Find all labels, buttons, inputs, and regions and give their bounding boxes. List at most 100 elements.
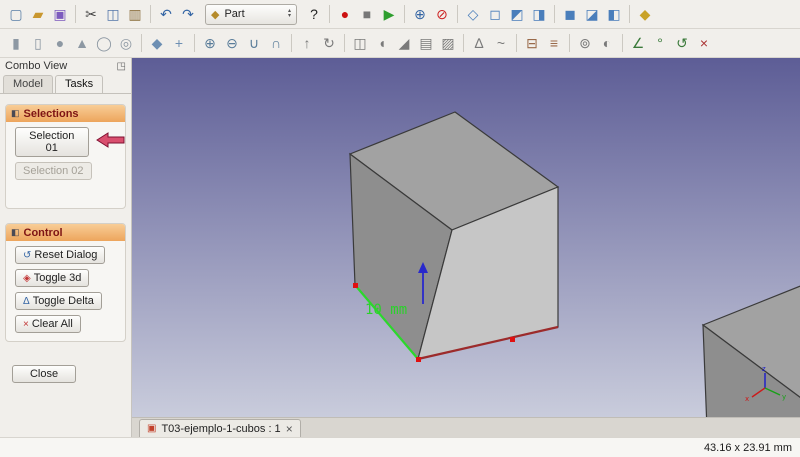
view-front-icon[interactable]: ◻ [484, 3, 506, 25]
axis-x-label: x [745, 395, 749, 403]
fillet-icon[interactable]: ◖ [371, 32, 393, 54]
selection-02-button[interactable]: Selection 02 [15, 162, 92, 180]
tab-model[interactable]: Model [3, 75, 53, 93]
copy-icon[interactable]: ◫ [102, 3, 124, 25]
section-icon[interactable]: ⊟ [521, 32, 543, 54]
shape-builder-icon[interactable]: + [168, 32, 190, 54]
whats-this-icon[interactable]: ? [303, 3, 325, 25]
mirror-icon[interactable]: ◫ [349, 32, 371, 54]
clear-all-button[interactable]: ×Clear All [15, 315, 81, 333]
cut-icon[interactable]: ✂ [80, 3, 102, 25]
part-primitives-icon[interactable]: ◆ [146, 32, 168, 54]
texture-appearance-icon[interactable]: ◆ [634, 3, 656, 25]
toolbar-separator [344, 34, 345, 52]
cube-main[interactable]: 10 mm [350, 112, 558, 362]
boolean-union-icon[interactable]: ∪ [243, 32, 265, 54]
document-icon: ▣ [147, 423, 156, 434]
freecad-window: ▢▰▣✂◫▥↶↷ ◆ Part ▴ ▾ ?●■▶⊕⊘◇◻◩◨◼◪◧◆ ▮▯●▲◯… [0, 0, 800, 457]
view-rear-icon[interactable]: ◼ [559, 3, 581, 25]
boolean-intersection-icon[interactable]: ∩ [265, 32, 287, 54]
view-right-icon[interactable]: ◨ [528, 3, 550, 25]
panel-title: Combo View [5, 60, 67, 72]
toolbar-part-tools-group: ▮▯●▲◯◎ ◆+ ⊕⊖∪∩ ↑↻ ◫◖◢▤▨ ∆~ ⊟≡ ⊚◐ ∠°↺× [5, 32, 715, 54]
reset-dialog-icon: ↺ [23, 250, 31, 261]
document-tab-label: T03-ejemplo-1-cubos : 1 [161, 423, 280, 435]
open-file-icon[interactable]: ▰ [27, 3, 49, 25]
new-file-icon[interactable]: ▢ [5, 3, 27, 25]
measure-linear-icon[interactable]: ∠ [627, 32, 649, 54]
draw-style-icon[interactable]: ⊘ [431, 3, 453, 25]
offset-3d-icon[interactable]: ⊚ [574, 32, 596, 54]
redo-icon[interactable]: ↷ [177, 3, 199, 25]
boolean-operation-icon[interactable]: ⊕ [199, 32, 221, 54]
toggle-delta-button[interactable]: ΔToggle Delta [15, 292, 102, 310]
toolbar-separator [141, 34, 142, 52]
combo-view-tabs: Model Tasks [0, 73, 131, 94]
measure-refresh-icon[interactable]: ↺ [671, 32, 693, 54]
view-bottom-icon[interactable]: ◪ [581, 3, 603, 25]
boolean-cut-icon[interactable]: ⊖ [221, 32, 243, 54]
measure-angular-icon[interactable]: ° [649, 32, 671, 54]
part-cone-icon[interactable]: ▲ [71, 32, 93, 54]
make-face-icon[interactable]: ▤ [415, 32, 437, 54]
panel-float-icon[interactable]: ◳ [117, 61, 126, 72]
macro-record-icon[interactable]: ● [334, 3, 356, 25]
annotation-arrow [95, 131, 125, 149]
part-torus-icon[interactable]: ◯ [93, 32, 115, 54]
zoom-fit-all-icon[interactable]: ⊕ [409, 3, 431, 25]
measure-clear-icon[interactable]: × [693, 32, 715, 54]
save-file-icon[interactable]: ▣ [49, 3, 71, 25]
macro-stop-icon[interactable]: ■ [356, 3, 378, 25]
tab-close-icon[interactable]: × [286, 423, 293, 435]
toolbar-separator [463, 34, 464, 52]
toolbar-separator [194, 34, 195, 52]
vertex-marker[interactable] [416, 357, 421, 362]
viewport-3d[interactable]: 10 mm z x y [132, 58, 800, 417]
axis-z-label: z [762, 365, 766, 373]
vertex-marker[interactable] [510, 337, 515, 342]
toolbar-macro-view-group: ? ●■▶ ⊕⊘ ◇◻◩◨ ◼◪◧ ◆ [303, 3, 656, 25]
toggle-3d-button[interactable]: ◈Toggle 3d [15, 269, 89, 287]
cross-sections-icon[interactable]: ≡ [543, 32, 565, 54]
close-button[interactable]: Close [12, 365, 76, 383]
paste-icon[interactable]: ▥ [124, 3, 146, 25]
selections-section: ◧ Selections Selection 01 Selection 02 [5, 104, 126, 209]
macro-execute-icon[interactable]: ▶ [378, 3, 400, 25]
panel-title-bar: Combo View ◳ [0, 58, 131, 73]
part-sphere-icon[interactable]: ● [49, 32, 71, 54]
control-section: ◧ Control ↺Reset Dialog ◈Toggle 3d ΔTogg… [5, 223, 126, 342]
workbench-icon: ◆ [211, 8, 219, 21]
view-top-icon[interactable]: ◩ [506, 3, 528, 25]
vertex-marker[interactable] [353, 283, 358, 288]
ruled-surface-icon[interactable]: ▨ [437, 32, 459, 54]
document-tab[interactable]: ▣ T03-ejemplo-1-cubos : 1 × [139, 419, 301, 437]
reset-dialog-button[interactable]: ↺Reset Dialog [15, 246, 105, 264]
view-left-icon[interactable]: ◧ [603, 3, 625, 25]
chamfer-icon[interactable]: ◢ [393, 32, 415, 54]
toggle-3d-icon: ◈ [23, 273, 31, 284]
selection-01-button[interactable]: Selection 01 [15, 127, 89, 157]
view-isometric-icon[interactable]: ◇ [462, 3, 484, 25]
toolbar-file-edit-group: ▢▰▣ ✂◫▥ ↶↷ [5, 3, 199, 25]
dimension-label: 10 mm [365, 302, 407, 318]
sweep-icon[interactable]: ~ [490, 32, 512, 54]
toolbar-separator [75, 5, 76, 23]
part-cylinder-icon[interactable]: ▯ [27, 32, 49, 54]
selections-header: ◧ Selections [6, 105, 125, 122]
loft-icon[interactable]: ∆ [468, 32, 490, 54]
toolbar-part-workbench: ▮▯●▲◯◎ ◆+ ⊕⊖∪∩ ↑↻ ◫◖◢▤▨ ∆~ ⊟≡ ⊚◐ ∠°↺× [0, 29, 800, 58]
part-tube-icon[interactable]: ◎ [115, 32, 137, 54]
status-bar: 43.16 x 23.91 mm [0, 437, 800, 457]
part-box-icon[interactable]: ▮ [5, 32, 27, 54]
revolve-icon[interactable]: ↻ [318, 32, 340, 54]
tab-tasks[interactable]: Tasks [55, 75, 103, 93]
control-header-label: Control [24, 227, 63, 239]
extrude-icon[interactable]: ↑ [296, 32, 318, 54]
toolbar-separator [457, 5, 458, 23]
combo-spinner-icon[interactable]: ▴ ▾ [288, 9, 291, 19]
thickness-icon[interactable]: ◐ [596, 32, 618, 54]
undo-icon[interactable]: ↶ [155, 3, 177, 25]
toolbar-separator [404, 5, 405, 23]
workbench-selector[interactable]: ◆ Part ▴ ▾ [205, 4, 297, 25]
close-row: Close [0, 360, 131, 383]
